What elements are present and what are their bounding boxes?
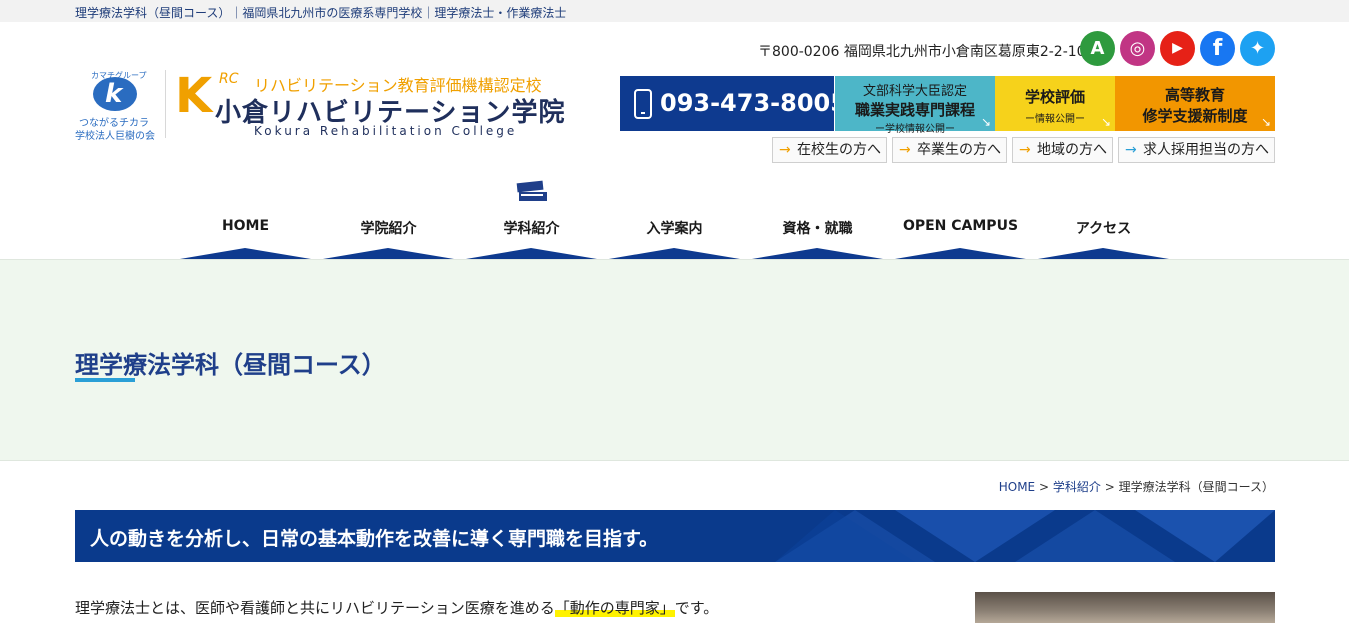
tuition-support-line1: 高等教育	[1164, 86, 1225, 104]
link-community[interactable]: → 地域の方へ	[1012, 137, 1113, 163]
group-logo-k: k	[105, 79, 123, 109]
facebook-icon[interactable]: f	[1200, 31, 1235, 66]
instagram-icon[interactable]: ◎	[1120, 31, 1155, 66]
intro-highlight: 「動作の専門家」	[554, 599, 675, 617]
group-logo[interactable]: カマチグループ k つながるチカラ 学校法人巨樹の会	[75, 70, 159, 142]
school-evaluation-line2: ー情報公開ー	[1025, 114, 1085, 125]
youtube-icon[interactable]: ▶	[1160, 31, 1195, 66]
catchphrase-banner: 人の動きを分析し、日常の基本動作を改善に導く専門職を目指す。	[75, 510, 1275, 562]
nav-home[interactable]: HOME	[174, 218, 317, 234]
nav-open-campus[interactable]: OPEN CAMPUS	[889, 218, 1032, 234]
breadcrumb-home[interactable]: HOME	[999, 480, 1035, 494]
twitter-icon[interactable]: ✦	[1240, 31, 1275, 66]
arrow-right-icon: →	[779, 142, 791, 158]
breadcrumb-sep: >	[1038, 480, 1050, 494]
krc-logo-rc: RC	[219, 71, 239, 87]
vocational-course-line1: 文部科学大臣認定	[862, 84, 967, 99]
department-photo	[975, 592, 1275, 623]
intro-paragraph: 理学療法士とは、医師や看護師と共にリハビリテーション医療を進める「動作の専門家」…	[75, 597, 718, 618]
tuition-support-button[interactable]: 高等教育 修学支援新制度 ↘	[1115, 76, 1275, 131]
arrow-right-icon: →	[1019, 142, 1031, 158]
page-title: 理学療法学科（昼間コース）	[75, 351, 386, 379]
link-graduates-label: 卒業生の方へ	[917, 142, 1001, 158]
breadcrumb-sep: >	[1104, 480, 1115, 494]
link-recruiters[interactable]: → 求人採用担当の方へ	[1118, 137, 1275, 163]
krc-logo-k: K	[175, 68, 213, 124]
smartphone-icon	[634, 89, 652, 119]
link-community-label: 地域の方へ	[1037, 142, 1107, 158]
tuition-support-line2: 修学支援新制度	[1142, 107, 1248, 125]
intro-text-end: です。	[674, 599, 719, 617]
arrow-right-icon: →	[899, 142, 911, 158]
link-current-students[interactable]: → 在校生の方へ	[772, 137, 887, 163]
nav-admissions[interactable]: 入学案内	[603, 218, 746, 238]
nav-careers[interactable]: 資格・就職	[746, 218, 889, 238]
arrow-right-icon: →	[1125, 142, 1137, 158]
school-evaluation-line1: 学校評価	[1024, 88, 1085, 106]
catchphrase-text: 人の動きを分析し、日常の基本動作を改善に導く専門職を目指す。	[90, 528, 659, 550]
school-name-en: Kokura Rehabilitation College	[254, 124, 518, 138]
nav-departments[interactable]: 学科紹介	[460, 218, 603, 238]
krc-logo[interactable]: K RC	[175, 68, 239, 124]
link-current-students-label: 在校生の方へ	[797, 142, 881, 158]
group-corp-name: 学校法人巨樹の会	[75, 131, 155, 142]
nav-about[interactable]: 学院紹介	[317, 218, 460, 238]
title-underline	[75, 378, 135, 382]
phone-number: 093-473-8005	[660, 89, 847, 117]
corner-arrow-icon: ↘	[980, 115, 991, 129]
corner-arrow-icon: ↘	[1260, 115, 1271, 129]
logo-divider	[165, 70, 166, 138]
vocational-course-button[interactable]: 文部科学大臣認定 職業実践専門課程 ー学校情報公開ー ↘	[835, 76, 995, 135]
vocational-course-line3: ー学校情報公開ー	[875, 124, 955, 135]
link-graduates[interactable]: → 卒業生の方へ	[892, 137, 1007, 163]
vocational-course-line2: 職業実践専門課程	[854, 101, 975, 119]
topbar-text: 理学療法学科（昼間コース）｜福岡県北九州市の医療系専門学校｜理学療法士・作業療法…	[75, 6, 567, 20]
breadcrumb-departments[interactable]: 学科紹介	[1053, 480, 1101, 494]
intro-text: 理学療法士とは、医師や看護師と共にリハビリテーション医療を進める	[75, 599, 555, 617]
school-address: 〒800-0206 福岡県北九州市小倉南区葛原東2-2-10	[758, 44, 1086, 60]
school-evaluation-button[interactable]: 学校評価 ー情報公開ー ↘	[995, 76, 1115, 131]
phone-button[interactable]: 093-473-8005	[620, 76, 847, 131]
top-bar: 理学療法学科（昼間コース）｜福岡県北九州市の医療系専門学校｜理学療法士・作業療法…	[0, 0, 1349, 22]
corner-arrow-icon: ↘	[1100, 115, 1111, 129]
books-icon	[516, 180, 547, 201]
breadcrumb-current: 理学療法学科（昼間コース）	[1118, 480, 1274, 494]
link-recruiters-label: 求人採用担当の方へ	[1143, 142, 1269, 158]
accessibility-icon[interactable]: A	[1080, 31, 1115, 66]
nav-access[interactable]: アクセス	[1032, 218, 1175, 238]
breadcrumb: HOME > 学科紹介 > 理学療法学科（昼間コース）	[999, 478, 1274, 495]
